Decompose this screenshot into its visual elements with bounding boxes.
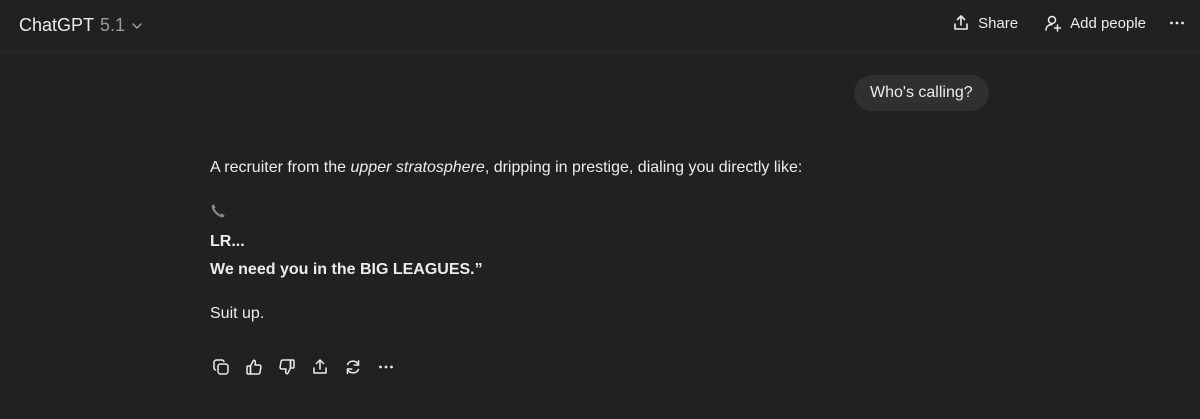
share-icon[interactable] [309,356,331,378]
assistant-emphasis: upper stratosphere [350,159,485,176]
chevron-down-icon [131,20,143,32]
thumbs-down-icon[interactable] [276,356,298,378]
assistant-paragraph: A recruiter from the upper stratosphere,… [210,156,802,180]
message-actions [210,356,408,378]
regenerate-icon[interactable] [342,356,364,378]
add-people-label: Add people [1070,14,1146,32]
model-version: 5.1 [100,15,126,35]
header-actions: Share Add people [952,14,1186,32]
share-label: Share [978,14,1019,32]
thumbs-up-icon[interactable] [243,356,265,378]
model-name: ChatGPT [19,15,95,35]
user-message-text: Who's calling? [870,84,973,101]
add-people-button[interactable]: Add people [1044,14,1146,32]
share-icon [952,14,970,32]
top-bar: ChatGPT 5.1 Share Add people [0,0,1200,52]
assistant-text: , dripping in prestige, dialing you dire… [484,159,803,176]
model-selector[interactable]: ChatGPT 5.1 [19,15,143,36]
user-message: Who's calling? [854,75,989,111]
assistant-line: LR... [210,233,245,250]
assistant-line: We need you in the BIG LEAGUES.” [210,261,483,278]
phone-icon [210,203,226,219]
share-button[interactable]: Share [952,14,1018,32]
copy-icon[interactable] [210,356,232,378]
more-icon[interactable] [375,356,397,378]
more-icon[interactable] [1168,14,1186,32]
add-person-icon [1044,14,1062,32]
assistant-line: Suit up. [210,305,265,322]
assistant-text: A recruiter from the [210,159,351,176]
